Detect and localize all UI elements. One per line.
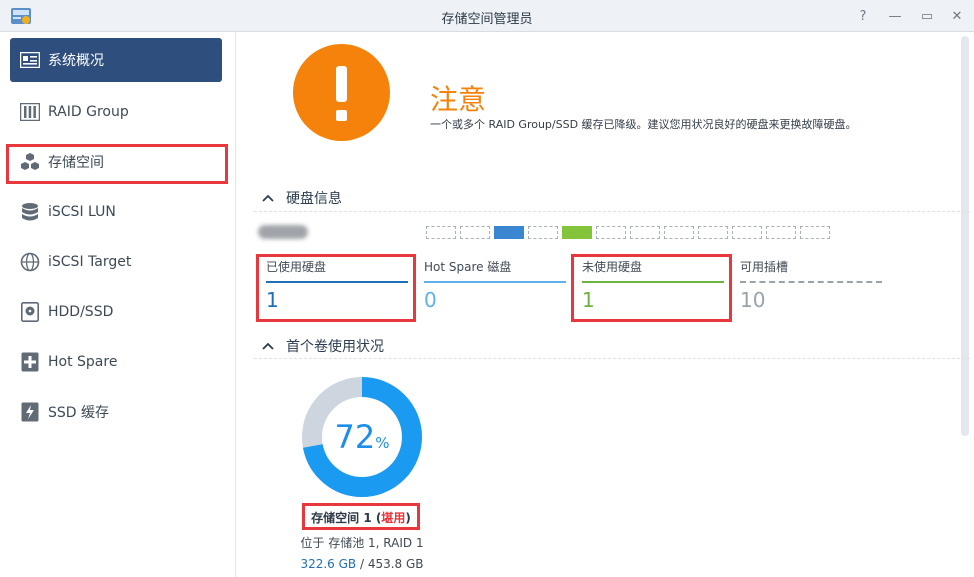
disk-slot-used <box>494 226 524 239</box>
stat-hot-spare: Hot Spare 磁盘 0 <box>424 258 566 312</box>
redacted-name <box>258 225 308 239</box>
sidebar-item-raid-group[interactable]: RAID Group <box>10 90 222 134</box>
stat-value: 0 <box>424 288 437 312</box>
stat-available-slots: 可用插槽 10 <box>740 258 882 312</box>
stat-value: 10 <box>740 288 766 312</box>
disk-slot-empty <box>800 226 830 239</box>
disk-slot-empty <box>460 226 490 239</box>
disk-slot-empty <box>596 226 626 239</box>
sidebar-item-label: HDD/SSD <box>48 304 114 320</box>
status-description: 一个或多个 RAID Group/SSD 缓存已降级。建议您用状况良好的硬盘来更… <box>430 118 857 131</box>
stat-label: Hot Spare 磁盘 <box>424 260 512 274</box>
volume-size: 322.6 GB / 453.8 GB <box>300 557 424 571</box>
chevron-up-icon <box>262 339 278 353</box>
chevron-up-icon <box>262 191 278 205</box>
hdd-icon <box>20 302 40 322</box>
volume-usage-header[interactable]: 首个卷使用状况 <box>262 336 384 356</box>
ssd-cache-icon <box>20 402 40 422</box>
sidebar-item-iscsi-lun[interactable]: iSCSI LUN <box>10 190 222 234</box>
sidebar-item-label: 系统概况 <box>48 53 104 69</box>
sidebar-item-iscsi-target[interactable]: iSCSI Target <box>10 240 222 284</box>
iscsi-lun-icon <box>20 202 40 222</box>
volume-name[interactable]: 存储空间 1 (堪用) <box>302 509 420 526</box>
unused-disks-highlight-box <box>571 254 732 322</box>
warning-icon <box>293 44 390 141</box>
disk-slot-empty <box>698 226 728 239</box>
help-button[interactable]: ? <box>850 4 876 28</box>
disk-slot-empty <box>528 226 558 239</box>
disk-slot-empty <box>426 226 456 239</box>
hot-spare-icon <box>20 352 40 372</box>
volume-status: 堪用 <box>381 511 406 525</box>
stat-label: 可用插槽 <box>740 260 789 274</box>
used-disks-highlight-box <box>256 254 416 322</box>
disk-slots <box>426 226 834 239</box>
close-button[interactable]: ✕ <box>944 4 970 28</box>
disk-slot-empty <box>664 226 694 239</box>
volume-usage-percent: 72% <box>334 418 390 456</box>
sidebar-item-label: SSD 缓存 <box>48 405 110 421</box>
section-divider <box>254 358 970 359</box>
sidebar-item-label: Hot Spare <box>48 354 118 370</box>
disk-slot-empty <box>630 226 660 239</box>
sidebar-item-hot-spare[interactable]: Hot Spare <box>10 340 222 384</box>
status-title: 注意 <box>430 83 487 116</box>
sidebar-item-label: RAID Group <box>48 104 129 120</box>
title-bar: 存储空间管理员 ? — ▭ ✕ <box>0 0 974 32</box>
disk-slot-empty <box>732 226 762 239</box>
disk-info-header[interactable]: 硬盘信息 <box>262 188 342 208</box>
sidebar-item-ssd-cache[interactable]: SSD 缓存 <box>10 390 222 434</box>
volume-usage-title: 首个卷使用状况 <box>286 339 384 355</box>
volume-location: 位于 存储池 1, RAID 1 <box>300 536 424 550</box>
volume-highlight-box <box>6 144 228 184</box>
minimize-button[interactable]: — <box>882 4 908 28</box>
disk-slot-empty <box>766 226 796 239</box>
raid-group-icon <box>20 102 40 122</box>
sidebar: 系统概况 RAID Group 存储空间 iSCSI LUN iSCSI Tar… <box>0 32 236 577</box>
section-divider <box>254 211 970 212</box>
sidebar-item-label: iSCSI LUN <box>48 204 116 220</box>
sidebar-item-label: iSCSI Target <box>48 254 132 270</box>
disk-info-title: 硬盘信息 <box>286 191 342 207</box>
maximize-button[interactable]: ▭ <box>914 4 940 28</box>
scrollbar[interactable] <box>961 36 969 436</box>
overview-icon <box>20 50 40 70</box>
window-title: 存储空间管理员 <box>441 12 533 27</box>
sidebar-item-hdd-ssd[interactable]: HDD/SSD <box>10 290 222 334</box>
disk-slot-unused <box>562 226 592 239</box>
iscsi-target-icon <box>20 252 40 272</box>
sidebar-item-overview[interactable]: 系统概况 <box>10 38 222 82</box>
